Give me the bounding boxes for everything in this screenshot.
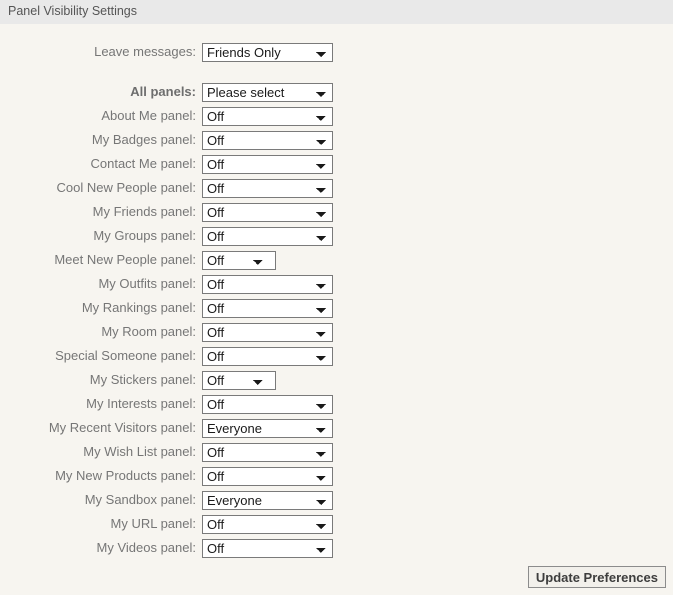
panel-visibility-select[interactable]: EveryoneFriends OnlyOff [202, 250, 276, 270]
form-row-panel: My Recent Visitors panel: EveryoneFriends… [0, 416, 673, 440]
panel-visibility-select[interactable]: EveryoneFriends OnlyOff [202, 538, 333, 558]
panel-row-label: My Wish List panel: [83, 444, 196, 459]
panel-row-label: My Rankings panel: [81, 300, 196, 315]
form-row-panel: My Outfits panel: EveryoneFriends OnlyOff [0, 272, 673, 296]
form-row-all-panels: All panels: Please selectEveryoneFriends… [0, 80, 673, 104]
panel-visibility-select[interactable]: EveryoneFriends OnlyOff [202, 226, 333, 246]
footer-actions: Update Preferences [0, 562, 673, 595]
form-row-panel: My Videos panel: EveryoneFriends OnlyOff [0, 536, 673, 560]
form-row-panel: My Groups panel: EveryoneFriends OnlyOff [0, 224, 673, 248]
panel-row-label: About Me panel: [101, 108, 196, 123]
panel-visibility-form: Leave messages: EveryoneFriends OnlyOff … [0, 24, 673, 595]
panel-visibility-select[interactable]: EveryoneFriends OnlyOff [202, 202, 333, 222]
panel-row-label: My Groups panel: [93, 228, 196, 243]
panel-row-label: Special Someone panel: [55, 348, 196, 363]
panel-visibility-select[interactable]: EveryoneFriends OnlyOff [202, 322, 333, 342]
form-row-panel: My URL panel: EveryoneFriends OnlyOff [0, 512, 673, 536]
form-row-panel: Special Someone panel: EveryoneFriends On… [0, 344, 673, 368]
panel-visibility-select[interactable]: EveryoneFriends OnlyOff [202, 394, 333, 414]
form-row-panel: My Sandbox panel: EveryoneFriends OnlyOff [0, 488, 673, 512]
panel-visibility-select[interactable]: EveryoneFriends OnlyOff [202, 106, 333, 126]
panel-visibility-select[interactable]: EveryoneFriends OnlyOff [202, 298, 333, 318]
panel-visibility-select[interactable]: EveryoneFriends OnlyOff [202, 418, 333, 438]
form-row-leave-messages: Leave messages: EveryoneFriends OnlyOff [0, 40, 673, 64]
form-row-panel: Meet New People panel: EveryoneFriends On… [0, 248, 673, 272]
panel-visibility-select[interactable]: EveryoneFriends OnlyOff [202, 130, 333, 150]
panel-row-label: My Stickers panel: [89, 372, 196, 387]
page-title: Panel Visibility Settings [8, 4, 138, 18]
form-row-panel: My Interests panel: EveryoneFriends OnlyO… [0, 392, 673, 416]
form-row-panel: Contact Me panel: EveryoneFriends OnlyOff [0, 152, 673, 176]
form-row-panel: My Badges panel: EveryoneFriends OnlyOff [0, 128, 673, 152]
panel-row-label: My Videos panel: [96, 540, 197, 555]
form-row-panel: My New Products panel: EveryoneFriends On… [0, 464, 673, 488]
panel-row-label: Meet New People panel: [54, 252, 196, 267]
panel-row-label: Contact Me panel: [90, 156, 196, 171]
form-row-panel: Cool New People panel: EveryoneFriends On… [0, 176, 673, 200]
label-all-panels: All panels: [130, 84, 196, 99]
panel-row-label: My Outfits panel: [98, 276, 196, 291]
panel-row-label: Cool New People panel: [56, 180, 196, 195]
form-row-panel: My Room panel: EveryoneFriends OnlyOff [0, 320, 673, 344]
label-leave-messages: Leave messages: [94, 44, 196, 59]
panel-row-label: My URL panel: [110, 516, 197, 531]
form-row-panel: My Friends panel: EveryoneFriends OnlyOff [0, 200, 673, 224]
panel-visibility-select[interactable]: EveryoneFriends OnlyOff [202, 490, 333, 510]
form-row-panel: My Rankings panel: EveryoneFriends OnlyOf… [0, 296, 673, 320]
select-all-panels[interactable]: Please selectEveryoneFriends OnlyOff [202, 82, 333, 102]
panel-visibility-select[interactable]: EveryoneFriends OnlyOff [202, 274, 333, 294]
panel-row-label: My Recent Visitors panel: [48, 420, 196, 435]
form-row-panel: My Wish List panel: EveryoneFriends OnlyO… [0, 440, 673, 464]
panel-visibility-select[interactable]: EveryoneFriends OnlyOff [202, 370, 276, 390]
panel-visibility-select[interactable]: EveryoneFriends OnlyOff [202, 442, 333, 462]
panel-visibility-select[interactable]: EveryoneFriends OnlyOff [202, 178, 333, 198]
panel-visibility-select[interactable]: EveryoneFriends OnlyOff [202, 514, 333, 534]
form-row-panel: My Stickers panel: EveryoneFriends OnlyOf… [0, 368, 673, 392]
panel-row-label: My Sandbox panel: [84, 492, 196, 507]
select-leave-messages[interactable]: EveryoneFriends OnlyOff [202, 42, 333, 62]
panel-row-label: My Room panel: [101, 324, 196, 339]
panel-visibility-select[interactable]: EveryoneFriends OnlyOff [202, 346, 333, 366]
panel-row-label: My Interests panel: [86, 396, 196, 411]
panel-visibility-select[interactable]: EveryoneFriends OnlyOff [202, 154, 333, 174]
form-row-panel: About Me panel: EveryoneFriends OnlyOff [0, 104, 673, 128]
panel-row-label: My New Products panel: [55, 468, 196, 483]
panel-row-label: My Badges panel: [91, 132, 196, 147]
panel-header-bar: Panel Visibility Settings [0, 0, 673, 24]
panel-visibility-select[interactable]: EveryoneFriends OnlyOff [202, 466, 333, 486]
panel-row-label: My Friends panel: [92, 204, 196, 219]
update-preferences-button[interactable]: Update Preferences [527, 566, 666, 588]
